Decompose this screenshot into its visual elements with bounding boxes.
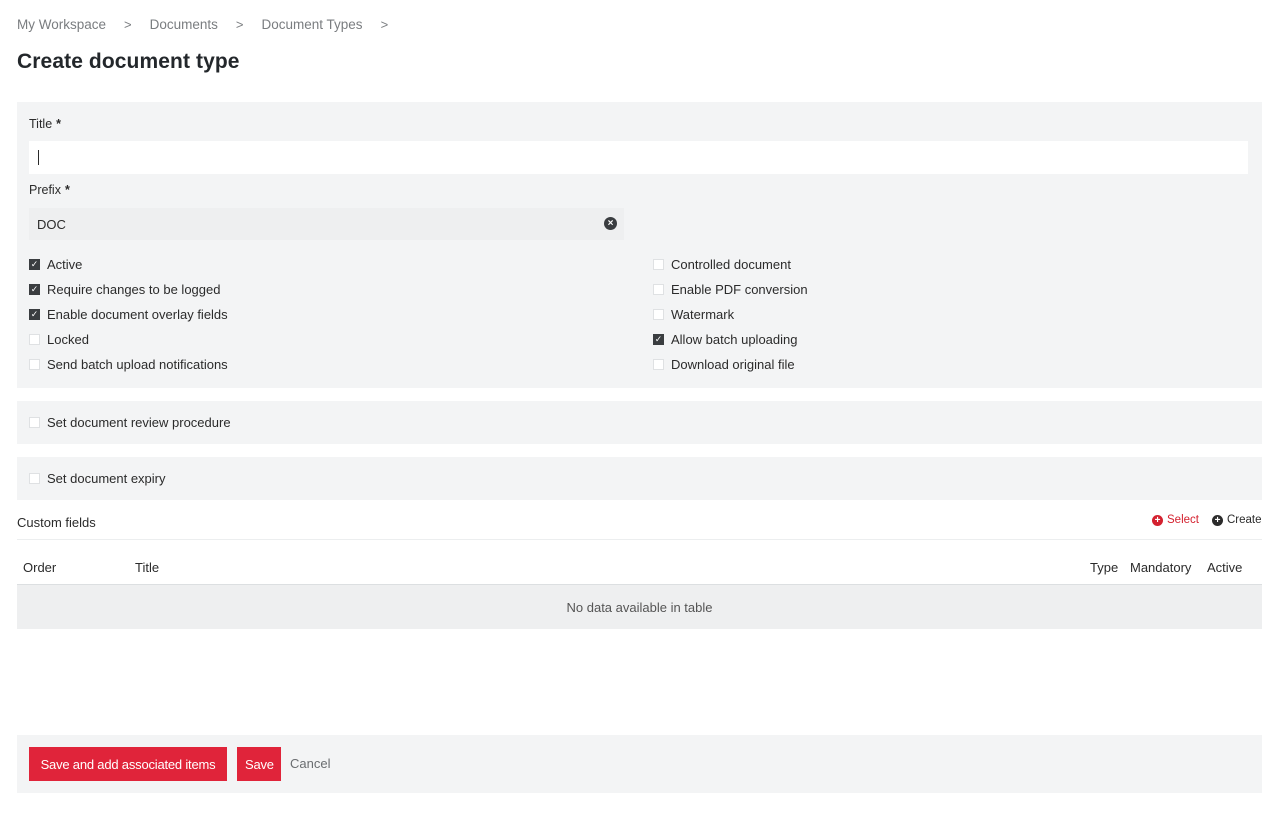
review-procedure-panel: Set document review procedure: [17, 401, 1262, 444]
required-mark: *: [64, 183, 70, 197]
option-label: Set document expiry: [47, 470, 166, 486]
plus-circle-icon: +: [1152, 514, 1163, 526]
option-label: Download original file: [671, 356, 795, 372]
breadcrumb-item-documents[interactable]: Documents: [150, 17, 218, 32]
checkbox[interactable]: [653, 358, 664, 370]
table-empty-row: No data available in table: [17, 585, 1262, 629]
checkbox[interactable]: [653, 308, 664, 320]
option-label: Set document review procedure: [47, 414, 231, 430]
option-label: Watermark: [671, 306, 735, 322]
select-label: Select: [1167, 514, 1199, 526]
column-header-title[interactable]: Title: [135, 560, 159, 575]
title-field-label: Title *: [29, 117, 61, 131]
option-label: Allow batch uploading: [671, 331, 798, 347]
prefix-field: ×: [29, 208, 624, 240]
option-enable-overlay-fields[interactable]: Enable document overlay fields: [29, 305, 228, 323]
create-custom-field-button[interactable]: + Create: [1212, 514, 1262, 526]
title-input[interactable]: [29, 141, 1248, 174]
checkbox[interactable]: [653, 258, 664, 270]
required-mark: *: [56, 117, 62, 131]
chevron-right-icon: >: [124, 16, 132, 32]
option-enable-pdf-conversion[interactable]: Enable PDF conversion: [653, 280, 808, 298]
option-download-original-file[interactable]: Download original file: [653, 355, 795, 373]
prefix-field-label: Prefix *: [29, 183, 70, 197]
option-label: Controlled document: [671, 256, 791, 272]
column-header-order[interactable]: Order: [23, 560, 56, 575]
option-label: Active: [47, 256, 83, 272]
checkbox[interactable]: [29, 283, 40, 295]
option-watermark[interactable]: Watermark: [653, 305, 734, 323]
checkbox[interactable]: [29, 358, 40, 370]
chevron-right-icon: >: [235, 16, 244, 32]
option-label: Require changes to be logged: [47, 281, 221, 297]
checkbox[interactable]: [653, 283, 664, 295]
document-type-form-panel: Title* Prefix* × Active Require changes …: [17, 102, 1262, 388]
checkbox[interactable]: [29, 258, 40, 270]
checkbox[interactable]: [29, 472, 40, 484]
checkbox[interactable]: [29, 308, 40, 320]
checkbox[interactable]: [653, 333, 664, 345]
option-send-batch-upload-notifications[interactable]: Send batch upload notifications: [29, 355, 228, 373]
option-controlled-document[interactable]: Controlled document: [653, 255, 791, 273]
breadcrumb: My Workspace > Documents > Document Type…: [17, 15, 406, 33]
section-divider: [17, 539, 1262, 540]
option-allow-batch-uploading[interactable]: Allow batch uploading: [653, 330, 797, 348]
save-and-add-associated-items-button[interactable]: Save and add associated items: [29, 747, 227, 781]
option-require-changes-logged[interactable]: Require changes to be logged: [29, 280, 220, 298]
option-active[interactable]: Active: [29, 255, 82, 273]
option-set-review-procedure[interactable]: Set document review procedure: [29, 413, 231, 431]
save-button[interactable]: Save: [237, 747, 281, 781]
breadcrumb-item-document-types[interactable]: Document Types: [262, 17, 363, 32]
title-label-text: Title: [29, 117, 53, 131]
checkbox[interactable]: [29, 333, 40, 345]
checkbox[interactable]: [29, 416, 40, 428]
form-footer: Save and add associated items Save Cance…: [17, 735, 1262, 793]
option-set-document-expiry[interactable]: Set document expiry: [29, 469, 166, 487]
page-title: Create document type: [17, 50, 240, 73]
column-header-active[interactable]: Active: [1207, 560, 1242, 575]
create-label: Create: [1227, 514, 1262, 526]
option-locked[interactable]: Locked: [29, 330, 89, 348]
cancel-link[interactable]: Cancel: [290, 756, 330, 771]
option-label: Enable PDF conversion: [671, 281, 808, 297]
custom-fields-heading: Custom fields: [17, 515, 96, 530]
document-expiry-panel: Set document expiry: [17, 457, 1262, 500]
option-label: Locked: [47, 331, 89, 347]
column-header-mandatory[interactable]: Mandatory: [1130, 560, 1191, 575]
clear-circle-icon[interactable]: ×: [604, 217, 617, 230]
column-header-type[interactable]: Type: [1090, 560, 1118, 575]
chevron-right-icon: >: [380, 16, 389, 32]
select-custom-field-button[interactable]: + Select: [1152, 514, 1199, 526]
option-label: Send batch upload notifications: [47, 356, 228, 372]
breadcrumb-item-my-workspace[interactable]: My Workspace: [17, 17, 106, 32]
prefix-label-text: Prefix: [29, 183, 61, 197]
option-label: Enable document overlay fields: [47, 306, 228, 322]
plus-circle-icon: +: [1212, 514, 1223, 526]
prefix-input[interactable]: [29, 208, 589, 240]
text-cursor: [38, 150, 39, 165]
